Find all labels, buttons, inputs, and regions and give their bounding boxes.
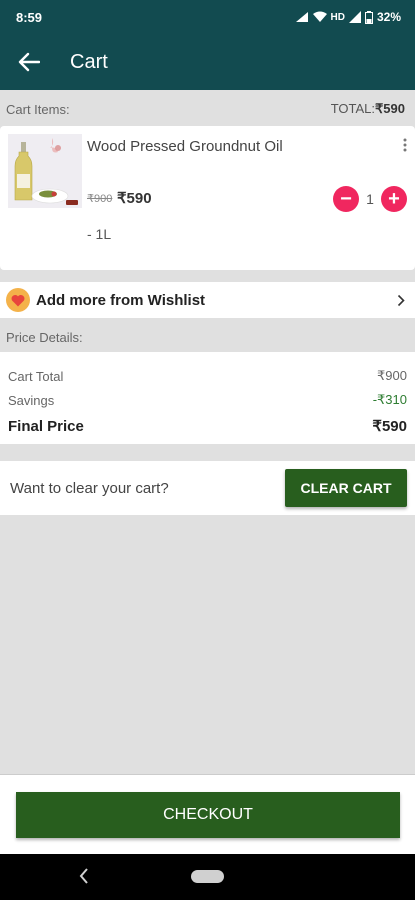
- battery-percent: 32%: [376, 10, 401, 24]
- final-price-value: ₹590: [372, 418, 407, 435]
- cart-total-value: ₹900: [377, 368, 407, 383]
- total-prefix: TOTAL:: [330, 101, 376, 116]
- battery-icon: [364, 10, 373, 24]
- increment-button[interactable]: +: [381, 186, 407, 212]
- product-variant: - 1L: [87, 226, 112, 242]
- price-row-cart-total: Cart Total ₹900: [8, 364, 407, 388]
- price-row-savings: Savings -₹310: [8, 388, 407, 412]
- nav-home-pill[interactable]: [191, 870, 224, 883]
- status-bar: 8:59 HD 32%: [0, 0, 415, 34]
- savings-value: -₹310: [372, 392, 407, 407]
- wifi-icon: [312, 11, 327, 22]
- more-vertical-icon: [403, 138, 407, 152]
- clear-cart-prompt: Want to clear your cart?: [10, 479, 169, 497]
- final-price-label: Final Price: [8, 417, 84, 435]
- system-nav-bar: [0, 854, 415, 900]
- back-button[interactable]: [0, 34, 58, 90]
- price-details-header: Price Details:: [0, 320, 415, 354]
- app-bar: Cart: [0, 34, 415, 90]
- more-options-button[interactable]: [403, 138, 407, 157]
- cart-items-label: Cart Items:: [6, 101, 70, 117]
- page-title: Cart: [70, 50, 108, 73]
- arrow-left-icon: [18, 52, 40, 72]
- total-value: ₹590: [375, 101, 405, 116]
- wishlist-label: Add more from Wishlist: [36, 291, 206, 309]
- network-type: HD: [330, 11, 345, 23]
- savings-label: Savings: [8, 392, 55, 408]
- checkout-button[interactable]: CHECKOUT: [16, 792, 400, 838]
- signal-icon: [295, 12, 308, 22]
- cart-total-label: Cart Total: [8, 368, 64, 384]
- original-price: ₹900: [87, 193, 113, 205]
- quantity-stepper: − 1 +: [333, 186, 407, 212]
- quantity-value: 1: [366, 191, 374, 207]
- price-row-final: Final Price ₹590: [8, 412, 407, 440]
- status-time: 8:59: [16, 9, 43, 25]
- price-details-label: Price Details:: [6, 329, 83, 345]
- current-price: ₹590: [117, 190, 152, 207]
- cart-total-summary: TOTAL:₹590: [331, 101, 405, 117]
- cart-items-header: Cart Items: TOTAL:₹590: [0, 92, 415, 126]
- decrement-button[interactable]: −: [333, 186, 359, 212]
- chevron-right-icon: [397, 294, 405, 306]
- product-name[interactable]: Wood Pressed Groundnut Oil: [87, 138, 283, 155]
- oil-bottle-illustration: [8, 134, 82, 208]
- add-from-wishlist-row[interactable]: Add more from Wishlist: [0, 282, 415, 318]
- checkout-bar: CHECKOUT: [0, 774, 415, 854]
- heart-icon: [6, 288, 30, 312]
- nav-back-icon[interactable]: [78, 867, 90, 885]
- cell-signal-icon: [348, 11, 361, 23]
- product-image[interactable]: [8, 134, 82, 208]
- clear-cart-button[interactable]: CLEAR CART: [285, 469, 407, 507]
- cart-item[interactable]: Wood Pressed Groundnut Oil ₹900 ₹590 − 1…: [0, 126, 415, 270]
- price-details-card: Cart Total ₹900 Savings -₹310 Final Pric…: [0, 352, 415, 444]
- clear-cart-row: Want to clear your cart? CLEAR CART: [0, 461, 415, 515]
- status-icons: HD 32%: [295, 10, 401, 24]
